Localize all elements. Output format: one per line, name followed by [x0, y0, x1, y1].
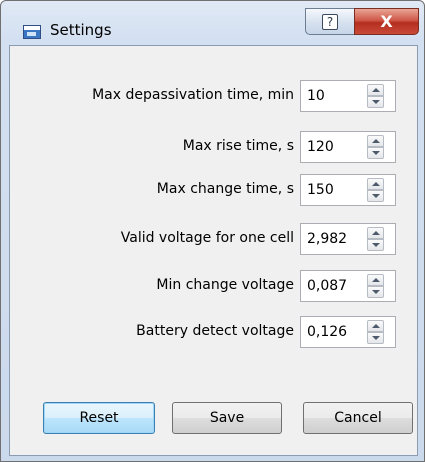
arrow-down-icon[interactable] — [367, 147, 384, 159]
max-depassivation-time-value[interactable]: 10 — [307, 88, 325, 104]
row-max-change-time: Max change time, s 150 — [10, 174, 419, 208]
dialog-client-area: Max depassivation time, min 10 Max rise … — [9, 45, 418, 456]
help-button[interactable]: ? — [305, 8, 355, 35]
max-change-time-spinbox[interactable]: 150 — [300, 174, 396, 206]
max-rise-time-spinbox[interactable]: 120 — [300, 131, 396, 163]
max-change-time-value[interactable]: 150 — [307, 182, 334, 198]
valid-voltage-one-cell-value[interactable]: 2,982 — [307, 231, 347, 247]
valid-voltage-one-cell-spinbox[interactable]: 2,982 — [300, 223, 396, 255]
row-max-depassivation-time: Max depassivation time, min 10 — [10, 80, 419, 114]
spin-buttons — [367, 135, 384, 159]
arrow-down-icon[interactable] — [367, 286, 384, 298]
reset-button[interactable]: Reset — [43, 402, 155, 434]
row-valid-voltage-one-cell: Valid voltage for one cell 2,982 — [10, 223, 419, 257]
spin-buttons — [367, 274, 384, 298]
save-button[interactable]: Save — [172, 402, 282, 434]
arrow-down-icon[interactable] — [367, 96, 384, 108]
row-battery-detect-voltage: Battery detect voltage 0,126 — [10, 316, 419, 350]
spin-buttons — [367, 84, 384, 108]
help-icon: ? — [322, 13, 338, 30]
arrow-up-icon[interactable] — [367, 274, 384, 286]
label-max-rise-time: Max rise time, s — [182, 138, 294, 154]
label-max-depassivation-time: Max depassivation time, min — [92, 87, 294, 103]
min-change-voltage-spinbox[interactable]: 0,087 — [300, 270, 396, 302]
spin-buttons — [367, 227, 384, 251]
max-depassivation-time-spinbox[interactable]: 10 — [300, 80, 396, 112]
window-title: Settings — [50, 21, 112, 39]
arrow-up-icon[interactable] — [367, 84, 384, 96]
spin-buttons — [367, 320, 384, 344]
close-icon: X — [380, 12, 393, 31]
arrow-down-icon[interactable] — [367, 190, 384, 202]
arrow-up-icon[interactable] — [367, 227, 384, 239]
max-rise-time-value[interactable]: 120 — [307, 139, 334, 155]
battery-detect-voltage-spinbox[interactable]: 0,126 — [300, 316, 396, 348]
min-change-voltage-value[interactable]: 0,087 — [307, 278, 347, 294]
spin-buttons — [367, 178, 384, 202]
title-bar[interactable]: Settings ? X — [1, 1, 424, 45]
label-battery-detect-voltage: Battery detect voltage — [136, 323, 294, 339]
arrow-down-icon[interactable] — [367, 332, 384, 344]
arrow-up-icon[interactable] — [367, 320, 384, 332]
label-valid-voltage-one-cell: Valid voltage for one cell — [120, 230, 294, 246]
battery-detect-voltage-value[interactable]: 0,126 — [307, 324, 347, 340]
row-min-change-voltage: Min change voltage 0,087 — [10, 270, 419, 304]
label-min-change-voltage: Min change voltage — [156, 277, 294, 293]
arrow-up-icon[interactable] — [367, 135, 384, 147]
settings-window: Settings ? X Max depassivation time, min… — [0, 0, 425, 462]
cancel-button[interactable]: Cancel — [303, 402, 413, 434]
row-max-rise-time: Max rise time, s 120 — [10, 131, 419, 165]
arrow-down-icon[interactable] — [367, 239, 384, 251]
close-button[interactable]: X — [354, 8, 419, 35]
arrow-up-icon[interactable] — [367, 178, 384, 190]
label-max-change-time: Max change time, s — [156, 181, 294, 197]
app-window-icon — [23, 25, 41, 39]
